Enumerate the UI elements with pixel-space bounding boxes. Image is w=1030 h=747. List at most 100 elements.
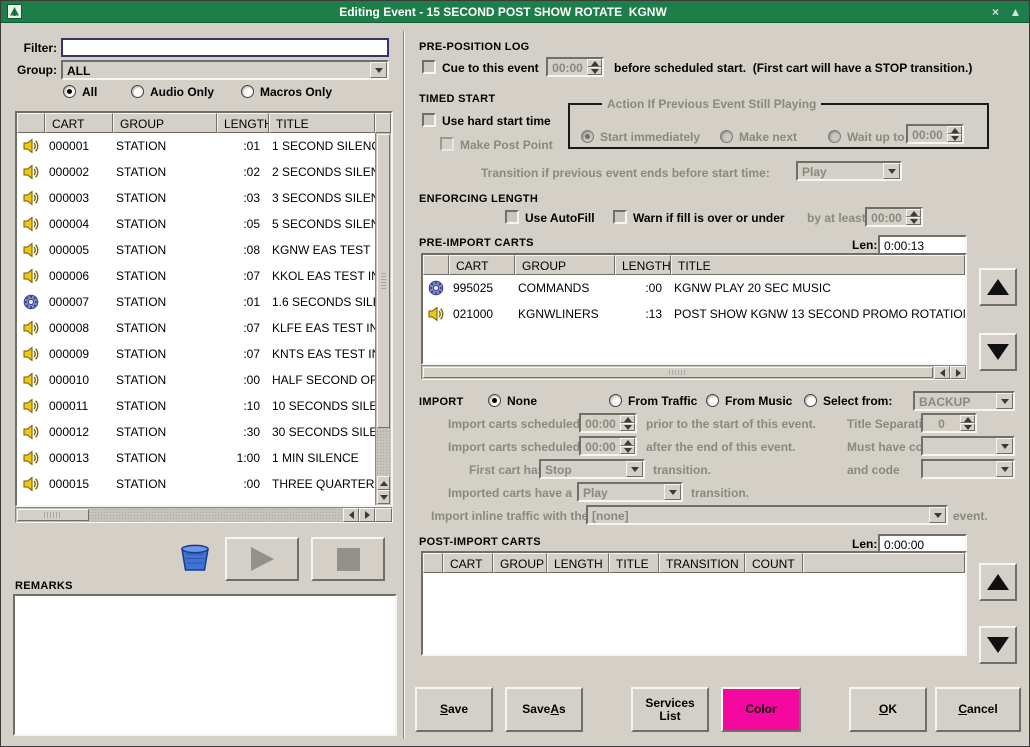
table-row[interactable]: 000004STATION:055 SECONDS SILENCE [17, 211, 375, 237]
column-header[interactable]: TITLE [609, 553, 659, 573]
table-row[interactable]: 000005STATION:08KGNW EAS TEST [17, 237, 375, 263]
scrollbar-thumb[interactable] [377, 134, 390, 428]
spin-up-icon[interactable] [960, 415, 975, 423]
and-code-combo[interactable] [921, 459, 1015, 479]
column-header[interactable]: CART [443, 553, 493, 573]
radio-from-traffic[interactable] [609, 394, 622, 407]
spin-down-icon[interactable] [620, 423, 635, 431]
radio-wait-up-to[interactable] [828, 130, 841, 143]
services-list-button[interactable]: Services List [631, 687, 709, 732]
title-separation-spinbox[interactable]: 0 [921, 413, 977, 433]
radio-audio-only[interactable] [131, 85, 144, 98]
chevron-down-icon[interactable] [996, 393, 1013, 409]
table-row[interactable]: 995025COMMANDS:00KGNW PLAY 20 SEC MUSIC [423, 275, 965, 301]
chevron-down-icon[interactable] [883, 163, 900, 179]
table-row[interactable]: 000012STATION:3030 SECONDS SILE [17, 419, 375, 445]
select-from-combo[interactable]: BACKUP [913, 391, 1015, 411]
scrollbar-track[interactable] [422, 366, 934, 379]
pre-import-cart-list[interactable]: CARTGROUPLENGTHTITLE 995025COMMANDS:00KG… [421, 253, 967, 365]
save-button[interactable]: Save [415, 687, 493, 732]
chevron-down-icon[interactable] [996, 461, 1013, 477]
cart-list-hscrollbar[interactable] [15, 507, 393, 523]
chevron-down-icon[interactable] [626, 461, 643, 477]
column-header[interactable]: TITLE [671, 255, 965, 275]
spin-down-icon[interactable] [947, 134, 962, 142]
ok-button[interactable]: OK [849, 687, 927, 732]
maximize-icon[interactable]: ▲ [1007, 3, 1024, 20]
table-row[interactable]: 000009STATION:07KNTS EAS TEST IN [17, 341, 375, 367]
table-row[interactable]: 000015STATION:00THREE QUARTER [17, 471, 375, 497]
inline-traffic-combo[interactable]: [none] [586, 505, 948, 525]
scroll-down-icon[interactable] [377, 490, 390, 504]
cancel-button[interactable]: Cancel [935, 687, 1021, 732]
table-row[interactable]: 000002STATION:022 SECONDS SILENCE [17, 159, 375, 185]
scroll-left-icon[interactable] [934, 366, 950, 379]
scroll-right-icon[interactable] [950, 366, 966, 379]
spin-down-icon[interactable] [587, 67, 602, 75]
imported-carts-transition-combo[interactable]: Play [577, 482, 683, 502]
column-header[interactable]: TITLE [269, 113, 375, 133]
cart-list-body[interactable]: 000001STATION:011 SECOND SILENCE000002ST… [17, 133, 375, 505]
column-header[interactable]: TRANSITION [659, 553, 745, 573]
spin-up-icon[interactable] [906, 209, 921, 217]
scrollbar-thumb[interactable] [17, 509, 89, 521]
spin-down-icon[interactable] [960, 423, 975, 431]
play-button[interactable] [225, 537, 299, 581]
table-row[interactable]: 021000KGNWLINERS:13POST SHOW KGNW 13 SEC… [423, 301, 965, 327]
cart-list-vscrollbar[interactable] [375, 133, 391, 505]
sched-prior-spinbox[interactable]: 00:00 [579, 413, 637, 433]
scroll-left-icon[interactable] [343, 508, 359, 522]
column-header[interactable]: COUNT [745, 553, 803, 573]
radio-start-immediately[interactable] [581, 130, 594, 143]
chevron-down-icon[interactable] [664, 484, 681, 500]
radio-import-none[interactable] [488, 394, 501, 407]
pre-import-list-body[interactable]: 995025COMMANDS:00KGNW PLAY 20 SEC MUSIC0… [423, 275, 965, 363]
pre-import-move-down-button[interactable] [979, 333, 1017, 371]
first-cart-transition-combo[interactable]: Stop [539, 459, 645, 479]
pre-import-hscrollbar[interactable] [421, 365, 967, 380]
cart-bucket-icon[interactable] [177, 541, 213, 578]
chevron-down-icon[interactable] [370, 62, 387, 78]
column-header[interactable]: GROUP [515, 255, 615, 275]
table-row[interactable]: 000007STATION:011.6 SECONDS SILENCE [17, 289, 375, 315]
spin-down-icon[interactable] [620, 446, 635, 454]
chevron-down-icon[interactable] [929, 507, 946, 523]
must-have-code-combo[interactable] [921, 436, 1015, 456]
transition-combo[interactable]: Play [796, 161, 902, 181]
spin-up-icon[interactable] [620, 415, 635, 423]
group-filter-combo[interactable]: ALL [61, 60, 389, 80]
stop-button[interactable] [311, 537, 385, 581]
filter-input[interactable] [61, 38, 389, 57]
warn-threshold-spinbox[interactable]: 00:00 [865, 207, 923, 227]
column-header[interactable]: LENGTH [217, 113, 269, 133]
warn-fill-checkbox[interactable] [613, 210, 627, 224]
hard-start-checkbox[interactable] [422, 113, 436, 127]
column-header[interactable]: CART [449, 255, 515, 275]
column-header[interactable]: LENGTH [615, 255, 671, 275]
radio-select-from[interactable] [804, 394, 817, 407]
save-as-button[interactable]: Save As [505, 687, 583, 732]
remarks-input[interactable] [13, 594, 397, 736]
post-import-move-up-button[interactable] [979, 563, 1017, 601]
table-row[interactable]: 000001STATION:011 SECOND SILENCE [17, 133, 375, 159]
titlebar[interactable]: Editing Event - 15 SECOND POST SHOW ROTA… [1, 1, 1029, 23]
cue-to-event-checkbox[interactable] [422, 60, 436, 74]
spin-up-icon[interactable] [947, 126, 962, 134]
column-header[interactable] [423, 255, 449, 275]
pre-import-move-up-button[interactable] [979, 268, 1017, 306]
spin-up-icon[interactable] [620, 438, 635, 446]
scrollbar-track[interactable] [16, 508, 343, 522]
scrollbar-thumb[interactable] [423, 367, 933, 378]
column-header[interactable]: LENGTH [547, 553, 609, 573]
color-button[interactable]: Color [721, 687, 801, 732]
column-header[interactable] [17, 113, 45, 133]
post-import-cart-list[interactable]: CARTGROUPLENGTHTITLETRANSITIONCOUNT [421, 551, 967, 656]
spin-down-icon[interactable] [906, 217, 921, 225]
scroll-up-icon[interactable] [377, 476, 390, 490]
radio-make-next[interactable] [720, 130, 733, 143]
radio-from-music[interactable] [706, 394, 719, 407]
spin-up-icon[interactable] [587, 59, 602, 67]
column-header[interactable]: GROUP [113, 113, 217, 133]
column-header[interactable] [423, 553, 443, 573]
column-header[interactable]: CART [45, 113, 113, 133]
